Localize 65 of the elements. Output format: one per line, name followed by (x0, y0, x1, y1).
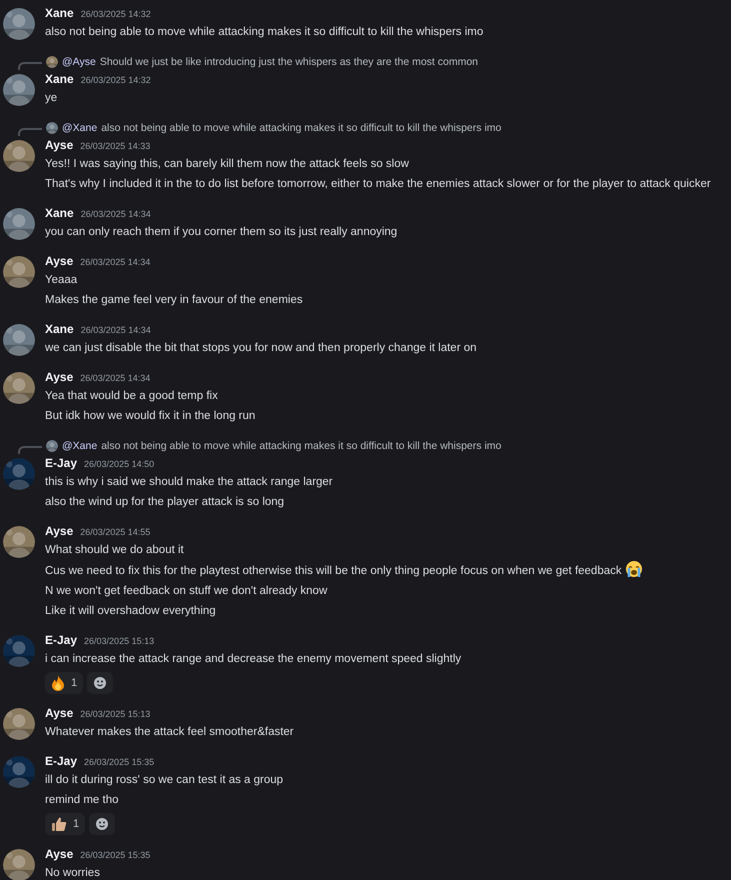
message-text: also not being able to move while attacking makes it so difficult to kill the whispers imo (45, 25, 484, 40)
reply-connector (18, 128, 42, 136)
message-text: i can increase the attack range and decrease the enemy movement speed slightly (45, 652, 462, 667)
author-name[interactable]: Ayse (45, 845, 74, 863)
timestamp: 26/03/2025 15:13 (80, 708, 150, 721)
crying-face-icon (624, 560, 643, 578)
timestamp: 26/03/2025 14:33 (80, 140, 150, 153)
timestamp: 26/03/2025 15:35 (80, 849, 150, 862)
timestamp: 26/03/2025 14:50 (84, 458, 154, 471)
message-text: this is why i said we should make the attack range larger (45, 475, 333, 490)
reply-connector (18, 446, 42, 454)
message-text: Makes the game feel very in favour of the enemies (45, 293, 303, 308)
timestamp: 26/03/2025 14:34 (80, 256, 150, 269)
timestamp: 26/03/2025 14:55 (80, 526, 150, 539)
add-reaction-button[interactable] (89, 813, 116, 835)
author-name[interactable]: E-Jay (45, 631, 78, 649)
message-text: you can only reach them if you corner them so its just really annoying (45, 225, 398, 240)
author-name[interactable]: Xane (45, 4, 74, 22)
author-name[interactable]: Ayse (45, 368, 74, 386)
reply-connector (18, 62, 42, 70)
reply-preview[interactable]: also not being able to move while attacking makes it so difficult to kill the whispers imo (101, 120, 502, 136)
author-name[interactable]: Xane (45, 70, 74, 88)
message-text: we can just disable the bit that stops you for now and then properly change it later on (45, 341, 477, 356)
author-name[interactable]: Ayse (45, 136, 74, 154)
reply-mention[interactable]: @Ayse (62, 54, 96, 70)
fire-icon (51, 675, 65, 691)
message-text: Yea that would be a good temp fix (45, 389, 219, 404)
timestamp: 26/03/2025 14:32 (80, 74, 151, 87)
author-name[interactable]: Ayse (45, 704, 74, 722)
timestamp: 26/03/2025 14:34 (80, 372, 150, 385)
timestamp: 26/03/2025 14:34 (80, 208, 151, 221)
timestamp: 26/03/2025 14:32 (80, 8, 151, 21)
smiley-icon (96, 818, 108, 830)
message-text: But idk how we would fix it in the long run (45, 409, 256, 424)
message-text: Whatever makes the attack feel smoother&faster (45, 725, 294, 740)
message-text: also the wind up for the player attack is so long (45, 495, 286, 510)
message-text: No worries (45, 866, 101, 880)
timestamp: 26/03/2025 15:13 (84, 635, 154, 648)
timestamp: 26/03/2025 14:34 (80, 324, 151, 337)
message-text: What should we do about it (45, 543, 185, 558)
reply-preview[interactable]: Should we just be like introducing just the whispers as they are the most common (100, 54, 478, 70)
author-name[interactable]: E-Jay (45, 454, 78, 472)
reply-mention[interactable]: @Xane (62, 438, 98, 454)
message-text: Yes!! I was saying this, can barely kill them now the attack feels so slow (45, 157, 410, 172)
message-text: Like it will overshadow everything (45, 604, 217, 619)
author-name[interactable]: Ayse (45, 252, 74, 270)
smiley-icon (94, 677, 106, 689)
author-name[interactable]: Xane (45, 320, 74, 338)
author-name[interactable]: Ayse (45, 522, 74, 540)
timestamp: 26/03/2025 15:35 (84, 756, 154, 769)
message-text: remind me tho (45, 793, 120, 808)
message-text: That's why I included it in the to do list before tomorrow, either to make the enemies attack slower or for the player to attack quicker (45, 177, 711, 192)
author-name[interactable]: Xane (45, 204, 74, 222)
message-text: Cus we need to fix this for the playtest otherwise this will be the only thing people focus on when we get feedback (45, 560, 643, 581)
reply-preview[interactable]: also not being able to move while attacking makes it so difficult to kill the whispers imo (101, 438, 502, 454)
message-text: N we won't get feedback on stuff we don't already know (45, 584, 328, 599)
thumbs-up-icon (51, 816, 67, 832)
add-reaction-button[interactable] (87, 672, 114, 694)
message-text: ill do it during ross' so we can test it as a group (45, 773, 284, 788)
reply-mention[interactable]: @Xane (62, 120, 98, 136)
message-text: ye (45, 91, 58, 106)
reaction-button[interactable]: 1 (45, 813, 86, 835)
message-text: Yeaaa (45, 273, 78, 288)
author-name[interactable]: E-Jay (45, 752, 78, 770)
reaction-button[interactable]: 1 (45, 672, 84, 694)
